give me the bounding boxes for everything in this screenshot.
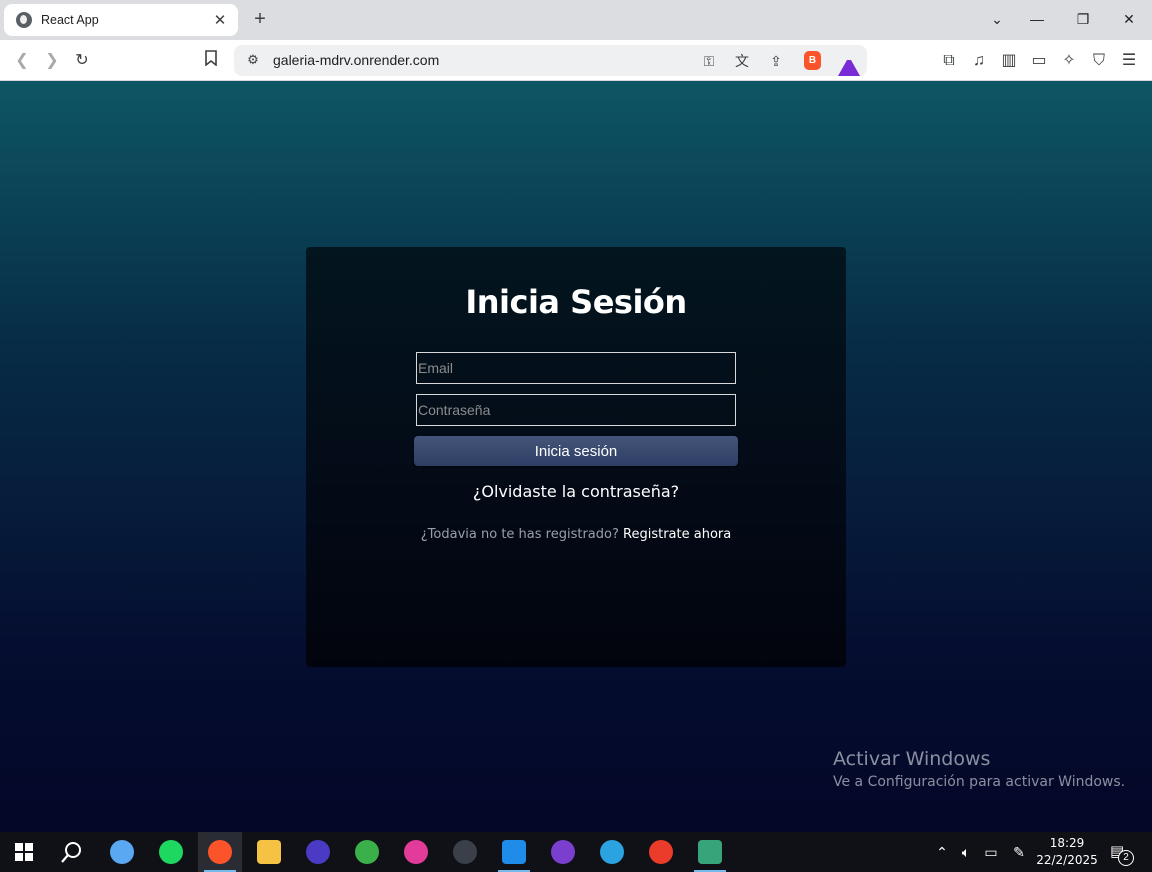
taskbar-app-wps-office[interactable] (639, 832, 683, 872)
sidebar-icon[interactable]: ▥ (998, 50, 1020, 72)
back-icon[interactable]: ❮ (11, 50, 33, 72)
pen-icon[interactable]: ✎ (1010, 844, 1028, 861)
tab-close-icon[interactable]: ✕ (212, 11, 228, 29)
signup-link[interactable]: Registrate ahora (623, 527, 731, 542)
globe-icon (16, 12, 32, 28)
share-icon[interactable]: ⇪ (765, 50, 787, 72)
media-icon[interactable]: ♫ (968, 50, 990, 72)
login-card: Inicia Sesión Inicia sesión ¿Olvidaste l… (306, 247, 846, 667)
clock-date: 22/2/2025 (1036, 853, 1098, 867)
network-icon[interactable]: ▭ (982, 844, 1000, 861)
login-heading: Inicia Sesión (465, 283, 687, 321)
notification-center-button[interactable]: ▤ 2 (1110, 842, 1134, 866)
brave-rewards-icon[interactable] (838, 54, 860, 76)
start-button[interactable] (2, 832, 46, 872)
password-key-icon[interactable]: ⚿ (698, 50, 720, 72)
wps-office-icon (649, 840, 673, 864)
translate-icon[interactable]: 文 (731, 50, 753, 72)
tab-title: React App (41, 13, 99, 27)
wallet-icon[interactable]: ▭ (1028, 50, 1050, 72)
close-window-button[interactable]: ✕ (1116, 8, 1142, 30)
windows-taskbar: ⌃ 🔈︎ ▭ ✎ 18:29 22/2/2025 ▤ 2 (0, 832, 1152, 872)
spotify-icon (159, 840, 183, 864)
copilot-icon (110, 840, 134, 864)
login-button[interactable]: Inicia sesión (414, 436, 738, 466)
taskbar-app-git[interactable] (688, 832, 732, 872)
davinci-resolve-icon (453, 840, 477, 864)
forward-icon[interactable]: ❯ (41, 50, 63, 72)
show-hidden-icons-icon[interactable]: ⌃ (933, 844, 951, 861)
vpn-shield-icon[interactable]: ⛉ (1088, 50, 1110, 72)
taskbar-app-vscode[interactable] (492, 832, 536, 872)
email-input[interactable] (416, 352, 736, 384)
minimize-button[interactable]: — (1024, 8, 1050, 30)
taskbar-app-copilot[interactable] (100, 832, 144, 872)
git-icon (698, 840, 722, 864)
extensions-icon[interactable]: ⧉ (938, 50, 960, 72)
bookmark-icon[interactable] (200, 50, 222, 72)
brave-icon (208, 840, 232, 864)
resolve-app-icon (355, 840, 379, 864)
taskbar-app-resolve-app[interactable] (345, 832, 389, 872)
signup-row: ¿Todavia no te has registrado? Registrat… (306, 527, 846, 542)
new-tab-button[interactable]: + (250, 8, 270, 30)
windows-activation-watermark: Activar Windows Ve a Configuración para … (833, 748, 1125, 790)
musescore-icon (306, 840, 330, 864)
taskbar-app-davinci-resolve[interactable] (443, 832, 487, 872)
app-icon-pink (404, 840, 428, 864)
tab-search-chevron-icon[interactable]: ⌄ (984, 8, 1010, 30)
windows-logo-icon (15, 843, 33, 861)
taskbar-app-github-desktop[interactable] (541, 832, 585, 872)
leo-ai-icon[interactable]: ✧ (1058, 50, 1080, 72)
forgot-password-link[interactable]: ¿Olvidaste la contraseña? (306, 482, 846, 501)
tab-react-app[interactable]: React App ✕ (4, 4, 238, 36)
brave-shields-icon[interactable]: B (804, 51, 821, 70)
url-text[interactable]: galeria-mdrv.onrender.com (273, 52, 439, 68)
site-settings-icon[interactable]: ⚙ (243, 50, 263, 70)
browser-toolbar: ❮ ❯ ↻ ⚙ galeria-mdrv.onrender.com ⚿ 文 ⇪ … (0, 40, 1152, 81)
volume-icon[interactable]: 🔈︎ (957, 844, 975, 861)
restore-button[interactable]: ❐ (1070, 8, 1096, 30)
taskbar-app-app-icon-pink[interactable] (394, 832, 438, 872)
search-button[interactable] (50, 832, 94, 872)
password-input[interactable] (416, 394, 736, 426)
signup-prompt: ¿Todavia no te has registrado? (420, 527, 619, 542)
file-explorer-icon (257, 840, 281, 864)
telegram-icon (600, 840, 624, 864)
clock-time: 18:29 (1049, 836, 1085, 850)
reload-icon[interactable]: ↻ (71, 50, 93, 72)
taskbar-clock[interactable]: 18:29 22/2/2025 (1030, 835, 1104, 869)
taskbar-app-spotify[interactable] (149, 832, 193, 872)
browser-tabstrip: React App ✕ + ⌄ — ❐ ✕ (0, 0, 1152, 40)
notification-count-badge: 2 (1118, 850, 1134, 866)
watermark-subtitle: Ve a Configuración para activar Windows. (833, 774, 1126, 790)
github-desktop-icon (551, 840, 575, 864)
taskbar-app-file-explorer[interactable] (247, 832, 291, 872)
taskbar-app-telegram[interactable] (590, 832, 634, 872)
vscode-icon (502, 840, 526, 864)
search-icon (61, 842, 81, 863)
watermark-title: Activar Windows (833, 748, 991, 770)
taskbar-app-brave[interactable] (198, 832, 242, 872)
menu-icon[interactable]: ☰ (1118, 50, 1140, 72)
address-bar[interactable]: ⚙ galeria-mdrv.onrender.com ⚿ 文 ⇪ B (234, 45, 867, 76)
taskbar-app-musescore[interactable] (296, 832, 340, 872)
page-background: Inicia Sesión Inicia sesión ¿Olvidaste l… (0, 81, 1152, 832)
